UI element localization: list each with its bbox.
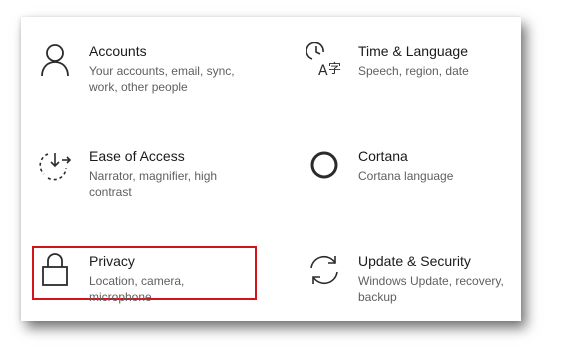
- settings-tile-ease-of-access[interactable]: Ease of Access Narrator, magnifier, high…: [25, 145, 255, 215]
- ease-of-access-icon: [37, 147, 73, 183]
- tile-description: Narrator, magnifier, high contrast: [89, 169, 218, 199]
- tile-title: Time & Language: [358, 43, 468, 59]
- tile-title: Accounts: [89, 43, 147, 59]
- tile-description: Your accounts, email, sync, work, other …: [89, 64, 235, 94]
- settings-tile-update-security[interactable]: Update & Security Windows Update, recove…: [294, 250, 524, 320]
- tile-title: Ease of Access: [89, 148, 185, 164]
- cortana-icon: [306, 147, 342, 183]
- settings-tile-time-language[interactable]: A 字 Time & Language Speech, region, date: [294, 40, 524, 110]
- tile-description: Location, camera, microphone: [89, 274, 185, 304]
- svg-text:A: A: [318, 63, 328, 78]
- tile-description: Windows Update, recovery, backup: [358, 274, 504, 304]
- tile-description: Speech, region, date: [358, 64, 469, 78]
- tile-title: Privacy: [89, 253, 135, 269]
- settings-tile-privacy[interactable]: Privacy Location, camera, microphone: [25, 246, 257, 320]
- sync-icon: [306, 252, 342, 288]
- tile-description: Cortana language: [358, 169, 454, 183]
- svg-text:字: 字: [328, 62, 341, 77]
- time-language-icon: A 字: [306, 42, 342, 78]
- settings-tile-accounts[interactable]: Accounts Your accounts, email, sync, wor…: [25, 40, 255, 110]
- tile-title: Update & Security: [358, 253, 471, 269]
- settings-tile-cortana[interactable]: Cortana Cortana language: [294, 145, 524, 215]
- tile-title: Cortana: [358, 148, 408, 164]
- lock-icon: [37, 252, 73, 288]
- person-icon: [37, 42, 73, 78]
- settings-panel: Accounts Your accounts, email, sync, wor…: [21, 17, 521, 321]
